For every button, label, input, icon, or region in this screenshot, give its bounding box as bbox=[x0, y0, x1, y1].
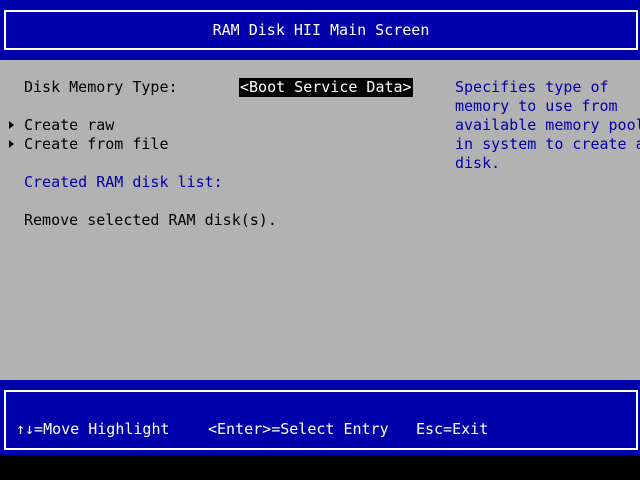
select-entry-hint: <Enter>=Select Entry bbox=[208, 420, 389, 438]
help-text-line: disk. bbox=[455, 154, 501, 172]
disk-memory-type-label: Disk Memory Type: bbox=[24, 78, 178, 96]
submenu-arrow-icon bbox=[7, 116, 17, 135]
create-from-file-link[interactable]: Create from file bbox=[24, 135, 169, 154]
help-text-line: available memory pool bbox=[455, 116, 640, 134]
remove-selected-action[interactable]: Remove selected RAM disk(s). bbox=[24, 211, 277, 230]
bottom-black-strip bbox=[0, 455, 640, 480]
help-text-line: Specifies type of bbox=[455, 78, 609, 96]
disk-memory-type-select[interactable]: <Boot Service Data> bbox=[239, 78, 413, 97]
ramdisk-setup-screen: RAM Disk HII Main Screen Disk Memory Typ… bbox=[0, 0, 640, 480]
help-text-line: memory to use from bbox=[455, 97, 618, 115]
title-frame: RAM Disk HII Main Screen bbox=[4, 10, 638, 50]
help-text-line: in system to create a bbox=[455, 135, 640, 153]
page-title: RAM Disk HII Main Screen bbox=[212, 21, 430, 39]
create-raw-link[interactable]: Create raw bbox=[24, 116, 114, 135]
submenu-arrow-icon bbox=[7, 135, 17, 154]
help-panel: Specifies type of memory to use from ava… bbox=[455, 78, 640, 173]
move-highlight-hint: ↑↓=Move Highlight bbox=[16, 420, 170, 438]
exit-hint: Esc=Exit bbox=[416, 420, 489, 438]
created-ram-disk-list-subtitle: Created RAM disk list: bbox=[24, 173, 223, 191]
